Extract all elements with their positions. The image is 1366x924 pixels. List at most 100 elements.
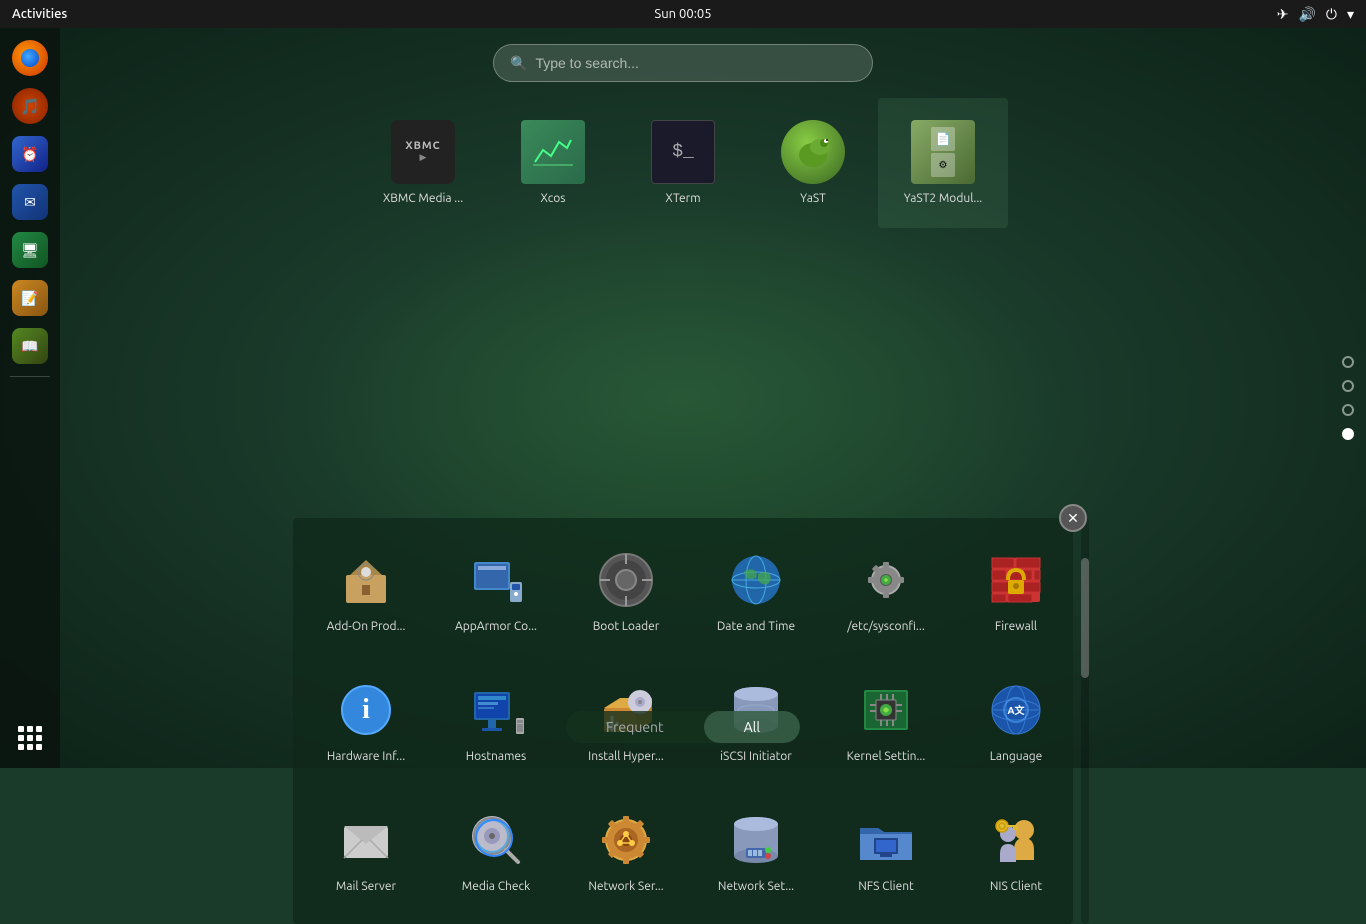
app-media-check[interactable]: Media Check bbox=[431, 786, 561, 916]
yast2-modules-label: YaST2 Modul... bbox=[904, 192, 983, 206]
mail-server-icon bbox=[334, 808, 398, 872]
app-xcos[interactable]: Xcos bbox=[488, 98, 618, 228]
search-input[interactable] bbox=[535, 55, 856, 71]
right-dot-2[interactable] bbox=[1342, 380, 1354, 392]
datetime-icon bbox=[724, 548, 788, 612]
main-panel-wrapper: ✕ Add-On Prod... bbox=[293, 273, 1073, 679]
dropdown-icon[interactable]: ▾ bbox=[1347, 6, 1354, 23]
network-services-icon bbox=[594, 808, 658, 872]
xbmc-icon: XBMC ▶ bbox=[391, 120, 455, 184]
apparmor-icon bbox=[464, 548, 528, 612]
addon-prod-label: Add-On Prod... bbox=[327, 620, 406, 634]
app-nfs-client[interactable]: NFS Client bbox=[821, 786, 951, 916]
search-bar[interactable]: 🔍 bbox=[493, 44, 873, 82]
language-label: Language bbox=[990, 750, 1043, 764]
bootloader-icon bbox=[594, 548, 658, 612]
app-datetime[interactable]: Date and Time bbox=[691, 526, 821, 656]
scrollbar-thumb[interactable] bbox=[1081, 558, 1089, 678]
iscsi-label: iSCSI Initiator bbox=[720, 750, 792, 764]
sidebar-item-firefox[interactable] bbox=[8, 36, 52, 80]
sidebar-item-timeshift[interactable]: ⏰ bbox=[8, 132, 52, 176]
tab-all[interactable]: All bbox=[704, 711, 800, 743]
hardware-info-label: Hardware Inf... bbox=[327, 750, 405, 764]
app-network-settings[interactable]: Network Set... bbox=[691, 786, 821, 916]
app-nis-client[interactable]: NIS Client bbox=[951, 786, 1081, 916]
app-hardware-info[interactable]: i Hardware Inf... bbox=[301, 656, 431, 786]
kernel-settings-label: Kernel Settin... bbox=[847, 750, 926, 764]
nfs-client-icon bbox=[854, 808, 918, 872]
hostnames-label: Hostnames bbox=[466, 750, 527, 764]
clock-display: Sun 00:05 bbox=[654, 7, 711, 21]
kernel-settings-icon bbox=[854, 678, 918, 742]
sidebar-item-book[interactable]: 📖 bbox=[8, 324, 52, 368]
activities-button[interactable]: Activities bbox=[12, 7, 67, 21]
bottom-tabs: Frequent All bbox=[566, 711, 800, 743]
etcsysconfig-label: /etc/sysconfi... bbox=[847, 620, 925, 634]
app-hostnames[interactable]: Hostnames bbox=[431, 656, 561, 786]
nis-client-label: NIS Client bbox=[990, 880, 1042, 894]
apparmor-label: AppArmor Co... bbox=[455, 620, 537, 634]
hardware-info-icon: i bbox=[334, 678, 398, 742]
desktop: 🎵 ⏰ ✉ 🖥 📝 📖 bbox=[0, 28, 1366, 768]
xbmc-label: XBMC Media ... bbox=[383, 192, 463, 206]
panel-scrollbar[interactable] bbox=[1081, 518, 1089, 924]
network-settings-label: Network Set... bbox=[718, 880, 794, 894]
network-settings-icon bbox=[724, 808, 788, 872]
power-icon[interactable]: ⏻ bbox=[1326, 6, 1337, 23]
xterm-label: XTerm bbox=[665, 192, 700, 206]
search-icon: 🔍 bbox=[510, 55, 527, 72]
sidebar: 🎵 ⏰ ✉ 🖥 📝 📖 bbox=[0, 28, 60, 768]
app-network-services[interactable]: Network Ser... bbox=[561, 786, 691, 916]
datetime-label: Date and Time bbox=[717, 620, 795, 634]
right-dots bbox=[1342, 356, 1354, 440]
right-dot-4[interactable] bbox=[1342, 428, 1354, 440]
firewall-icon bbox=[984, 548, 1048, 612]
topbar: Activities Sun 00:05 ✈ 🔊 ⏻ ▾ bbox=[0, 0, 1366, 28]
nfs-client-label: NFS Client bbox=[858, 880, 914, 894]
topbar-right-icons: ✈ 🔊 ⏻ ▾ bbox=[1277, 6, 1354, 23]
airplane-mode-icon[interactable]: ✈ bbox=[1277, 6, 1289, 23]
app-xterm[interactable]: $_ XTerm bbox=[618, 98, 748, 228]
svg-text:i: i bbox=[362, 694, 370, 725]
xcos-icon bbox=[521, 120, 585, 184]
sidebar-item-monitor[interactable]: 🖥 bbox=[8, 228, 52, 272]
app-language[interactable]: A文 Language bbox=[951, 656, 1081, 786]
volume-icon[interactable]: 🔊 bbox=[1298, 6, 1315, 23]
xcos-label: Xcos bbox=[540, 192, 565, 206]
app-addon-prod[interactable]: Add-On Prod... bbox=[301, 526, 431, 656]
sidebar-item-apps[interactable] bbox=[8, 716, 52, 760]
tab-frequent[interactable]: Frequent bbox=[566, 711, 704, 743]
addon-prod-icon bbox=[334, 548, 398, 612]
app-mail-server[interactable]: Mail Server bbox=[301, 786, 431, 916]
firewall-label: Firewall bbox=[995, 620, 1037, 634]
language-icon: A文 bbox=[984, 678, 1048, 742]
app-kernel-settings[interactable]: Kernel Settin... bbox=[821, 656, 951, 786]
sidebar-separator bbox=[10, 376, 50, 377]
right-dot-1[interactable] bbox=[1342, 356, 1354, 368]
app-yast2-modules[interactable]: 📄 ⚙ YaST2 Modul... bbox=[878, 98, 1008, 228]
app-firewall[interactable]: Firewall bbox=[951, 526, 1081, 656]
apps-grid-icon bbox=[18, 726, 42, 750]
sidebar-item-notes[interactable]: 📝 bbox=[8, 276, 52, 320]
xterm-icon: $_ bbox=[651, 120, 715, 184]
sidebar-item-rhythmbox[interactable]: 🎵 bbox=[8, 84, 52, 128]
nis-client-icon bbox=[984, 808, 1048, 872]
right-dot-3[interactable] bbox=[1342, 404, 1354, 416]
etcsysconfig-icon bbox=[854, 548, 918, 612]
network-services-label: Network Ser... bbox=[588, 880, 663, 894]
app-bootloader[interactable]: Boot Loader bbox=[561, 526, 691, 656]
bootloader-label: Boot Loader bbox=[593, 620, 660, 634]
app-xbmc[interactable]: XBMC ▶ XBMC Media ... bbox=[358, 98, 488, 228]
sidebar-item-mail[interactable]: ✉ bbox=[8, 180, 52, 224]
media-check-label: Media Check bbox=[462, 880, 530, 894]
media-check-icon bbox=[464, 808, 528, 872]
svg-text:A文: A文 bbox=[1007, 704, 1025, 716]
app-etcsysconfig[interactable]: /etc/sysconfi... bbox=[821, 526, 951, 656]
yast-icon bbox=[781, 120, 845, 184]
close-button[interactable]: ✕ bbox=[1059, 504, 1087, 532]
mail-server-label: Mail Server bbox=[336, 880, 396, 894]
top-apps-row: XBMC ▶ XBMC Media ... Xcos bbox=[358, 98, 1008, 228]
search-container: 🔍 bbox=[493, 44, 873, 82]
app-yast[interactable]: YaST bbox=[748, 98, 878, 228]
app-apparmor[interactable]: AppArmor Co... bbox=[431, 526, 561, 656]
